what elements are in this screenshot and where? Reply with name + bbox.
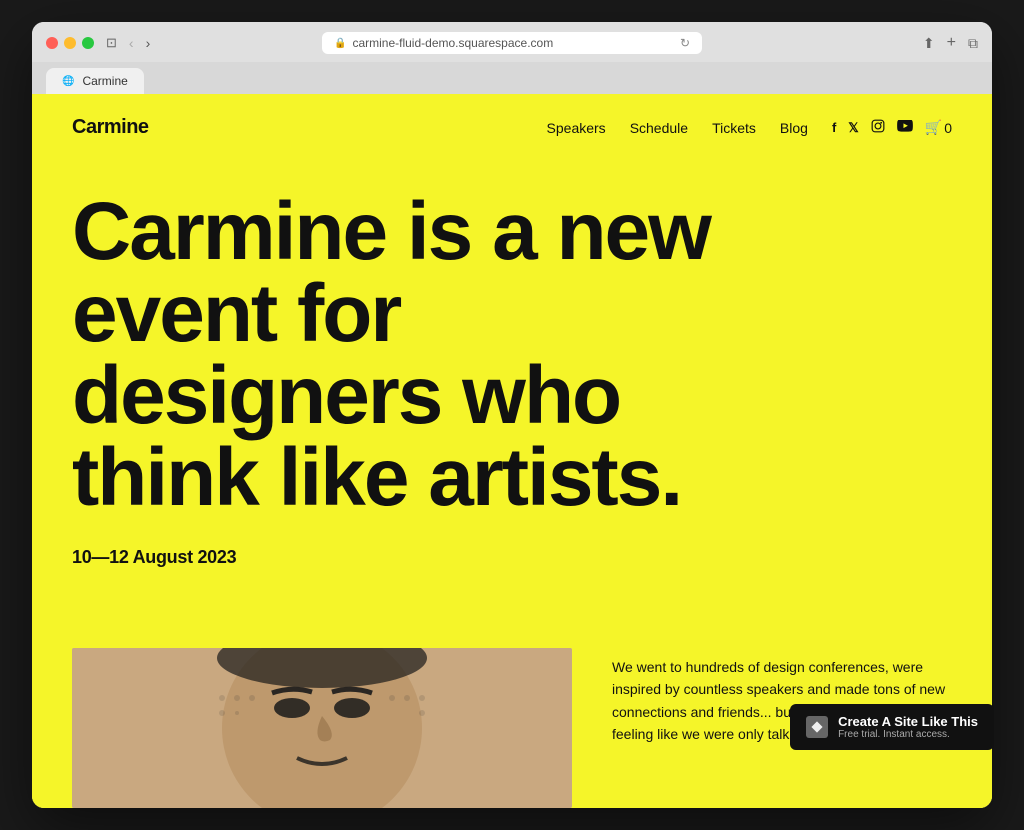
hero-headline: Carmine is a new event for designers who… bbox=[72, 191, 752, 519]
traffic-lights bbox=[46, 37, 94, 49]
hero-section: Carmine is a new event for designers who… bbox=[32, 161, 992, 608]
nav-links: Speakers Schedule Tickets Blog f 𝕏 🛒 0 bbox=[547, 119, 952, 136]
youtube-icon[interactable] bbox=[897, 120, 913, 135]
badge-text-container: Create A Site Like This Free trial. Inst… bbox=[838, 714, 978, 740]
squarespace-badge[interactable]: Create A Site Like This Free trial. Inst… bbox=[790, 704, 994, 750]
tab-overview-icon[interactable]: ⧉ bbox=[968, 35, 978, 52]
site-logo[interactable]: Carmine bbox=[72, 116, 149, 139]
nav-schedule[interactable]: Schedule bbox=[630, 120, 688, 136]
browser-window: ⊡ ‹ › 🔒 carmine-fluid-demo.squarespace.c… bbox=[32, 22, 992, 808]
cart-icon[interactable]: 🛒 0 bbox=[925, 119, 952, 136]
tab-label: Carmine bbox=[82, 74, 127, 88]
tab-favicon: 🌐 bbox=[62, 76, 74, 87]
minimize-button[interactable] bbox=[64, 37, 76, 49]
title-bar-left: ⊡ ‹ › bbox=[46, 35, 166, 51]
badge-subtitle: Free trial. Instant access. bbox=[838, 729, 978, 740]
cart-count: 0 bbox=[944, 120, 952, 136]
maximize-button[interactable] bbox=[82, 37, 94, 49]
facebook-icon[interactable]: f bbox=[832, 120, 836, 135]
badge-title: Create A Site Like This bbox=[838, 714, 978, 729]
twitter-icon[interactable]: 𝕏 bbox=[848, 120, 858, 136]
share-icon[interactable]: ⬆ bbox=[923, 35, 935, 52]
nav-blog[interactable]: Blog bbox=[780, 120, 808, 136]
back-button[interactable]: ‹ bbox=[129, 35, 134, 51]
title-bar: ⊡ ‹ › 🔒 carmine-fluid-demo.squarespace.c… bbox=[32, 22, 992, 62]
cart-symbol: 🛒 bbox=[925, 119, 942, 136]
hero-image bbox=[72, 648, 572, 808]
site-nav: Carmine Speakers Schedule Tickets Blog f… bbox=[32, 94, 992, 161]
hero-date: 10—12 August 2023 bbox=[72, 547, 952, 568]
instagram-icon[interactable] bbox=[871, 119, 885, 136]
url-text: carmine-fluid-demo.squarespace.com bbox=[352, 36, 553, 50]
reload-icon[interactable]: ↻ bbox=[680, 36, 690, 50]
window-icon[interactable]: ⊡ bbox=[106, 35, 117, 51]
website-content: Carmine Speakers Schedule Tickets Blog f… bbox=[32, 94, 992, 808]
nav-speakers[interactable]: Speakers bbox=[547, 120, 606, 136]
title-bar-right: ⬆ + ⧉ bbox=[858, 34, 978, 52]
url-field[interactable]: 🔒 carmine-fluid-demo.squarespace.com ↻ bbox=[322, 32, 702, 54]
add-tab-icon[interactable]: + bbox=[947, 34, 956, 52]
address-bar-container: 🔒 carmine-fluid-demo.squarespace.com ↻ bbox=[166, 32, 858, 54]
nav-social: f 𝕏 🛒 0 bbox=[832, 119, 952, 136]
active-tab[interactable]: 🌐 Carmine bbox=[46, 68, 144, 94]
face-graphic bbox=[72, 648, 572, 808]
forward-button[interactable]: › bbox=[146, 35, 151, 51]
close-button[interactable] bbox=[46, 37, 58, 49]
lock-icon: 🔒 bbox=[334, 38, 346, 49]
squarespace-logo bbox=[806, 716, 828, 738]
tab-bar: 🌐 Carmine bbox=[32, 62, 992, 94]
nav-tickets[interactable]: Tickets bbox=[712, 120, 756, 136]
